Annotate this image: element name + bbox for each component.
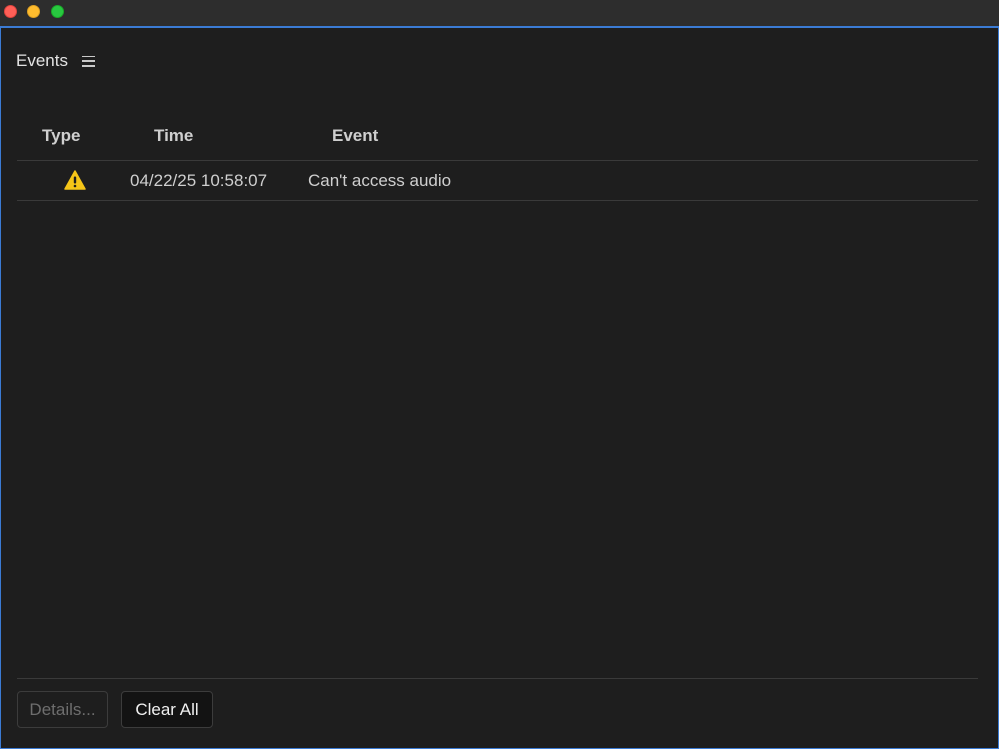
footer-divider [17, 678, 978, 679]
event-time: 04/22/25 10:58:07 [130, 171, 268, 190]
title-bar [0, 0, 999, 28]
details-button[interactable]: Details... [17, 691, 108, 728]
hamburger-menu-icon[interactable] [81, 55, 95, 67]
events-window: Events Type Time Event 04/22/25 10:58:07… [0, 0, 999, 749]
column-header-event[interactable]: Event [332, 126, 378, 146]
table-header: Type Time Event [17, 118, 978, 161]
clear-all-button[interactable]: Clear All [121, 691, 213, 728]
panel-title: Events [16, 51, 68, 70]
column-header-time[interactable]: Time [154, 126, 193, 146]
zoom-window-button[interactable] [51, 5, 64, 18]
table-row[interactable]: 04/22/25 10:58:07 Can't access audio [17, 161, 978, 201]
column-header-type[interactable]: Type [42, 126, 80, 146]
close-window-button[interactable] [4, 5, 17, 18]
minimize-window-button[interactable] [27, 5, 40, 18]
events-table: Type Time Event 04/22/25 10:58:07 Can't … [17, 118, 978, 201]
event-description: Can't access audio [308, 171, 452, 190]
panel-header: Events [16, 50, 95, 72]
warning-icon [64, 170, 86, 190]
